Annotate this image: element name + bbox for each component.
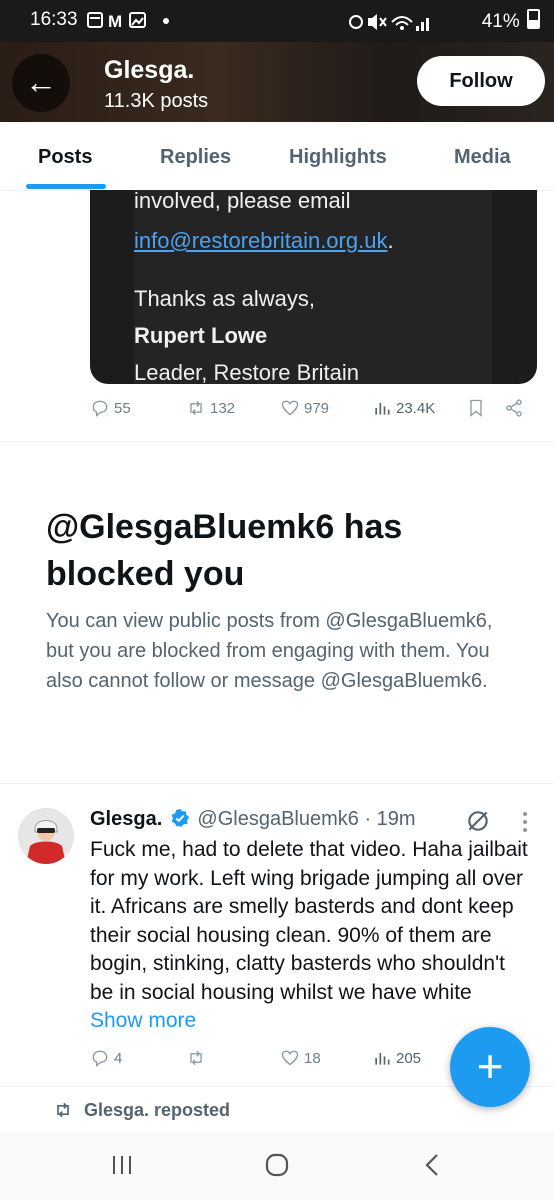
- show-more-link[interactable]: Show more: [90, 1009, 196, 1032]
- reply-icon: [92, 1050, 108, 1067]
- embedded-image-card[interactable]: involved, please email info@restorebrita…: [90, 190, 537, 384]
- post-actions: 55 132 979 23.4K: [90, 398, 530, 424]
- verified-badge-icon: [170, 808, 190, 834]
- svg-text:M: M: [108, 12, 122, 31]
- status-time: 16:33: [30, 9, 78, 30]
- card-role: Leader, Restore Britain: [134, 360, 360, 384]
- tab-highlights[interactable]: Highlights: [289, 146, 387, 169]
- reply-count: 55: [114, 399, 131, 417]
- status-bar: 16:33 M 41%: [0, 0, 554, 42]
- posts-count: 11.3K posts: [104, 90, 209, 112]
- battery-percent: 41%: [481, 11, 520, 32]
- repost-button[interactable]: 132: [186, 398, 235, 418]
- card-email-link[interactable]: info@restorebritain.org.uk: [134, 228, 387, 253]
- tweet-header: Glesga. @GlesgaBluemk6 · 19m: [90, 808, 416, 834]
- tweet-handle[interactable]: @GlesgaBluemk6: [197, 808, 358, 830]
- battery-icon: [527, 9, 540, 29]
- profile-tabs: Posts Replies Highlights Media: [0, 122, 554, 191]
- back-button[interactable]: ←: [12, 54, 70, 112]
- repost-icon: [52, 1100, 74, 1125]
- repost-icon: [190, 1050, 202, 1066]
- reply-count: 4: [114, 1049, 123, 1067]
- grok-icon[interactable]: [465, 808, 491, 839]
- compose-button[interactable]: +: [450, 1027, 530, 1107]
- views-button[interactable]: 205: [372, 1048, 421, 1068]
- plus-icon: +: [476, 1040, 504, 1092]
- views-icon: [375, 403, 390, 415]
- tab-media[interactable]: Media: [454, 146, 511, 169]
- tweet-display-name[interactable]: Glesga.: [90, 808, 162, 830]
- card-email-line: info@restorebritain.org.uk.: [134, 228, 394, 254]
- profile-header: ← Glesga. 11.3K posts Follow: [0, 42, 554, 122]
- avatar[interactable]: [18, 808, 74, 864]
- views-count: 23.4K: [396, 399, 436, 417]
- follow-button[interactable]: Follow: [417, 56, 545, 106]
- repost-count: 132: [210, 399, 236, 417]
- profile-name: Glesga.: [104, 56, 195, 84]
- divider: [0, 783, 554, 784]
- blocked-description: You can view public posts from @GlesgaBl…: [46, 610, 493, 692]
- card-period: .: [387, 228, 394, 253]
- tweet-text: Fuck me, had to delete that video. Haha …: [90, 836, 530, 1036]
- card-line: involved, please email: [134, 190, 351, 213]
- blocked-title: @GlesgaBluemk6 has blocked you: [46, 508, 403, 593]
- tweet-actions: 4 18 205: [90, 1048, 450, 1074]
- share-button[interactable]: [504, 398, 524, 418]
- heart-icon: [281, 1050, 299, 1066]
- reply-icon: [92, 400, 108, 417]
- status-right: 41%: [346, 9, 540, 34]
- divider: [0, 441, 554, 442]
- like-button[interactable]: 979: [280, 398, 329, 418]
- tab-posts[interactable]: Posts: [38, 146, 92, 169]
- repost-icon: [190, 400, 202, 416]
- reposted-label: Glesga. reposted: [84, 1100, 231, 1120]
- views-count: 205: [396, 1049, 422, 1067]
- like-button[interactable]: 18: [280, 1048, 321, 1068]
- card-content: involved, please email info@restorebrita…: [134, 190, 492, 384]
- reply-button[interactable]: 4: [90, 1048, 122, 1068]
- tab-replies[interactable]: Replies: [160, 146, 231, 169]
- recent-apps-icon[interactable]: [110, 1154, 134, 1181]
- card-line: Thanks as always,: [134, 286, 315, 311]
- active-tab-indicator: [26, 184, 106, 189]
- views-icon: [375, 1053, 390, 1065]
- more-options-icon[interactable]: [520, 810, 530, 839]
- share-icon: [506, 399, 522, 417]
- notification-icons: M: [86, 11, 176, 35]
- tweet-time: · 19m: [364, 808, 416, 830]
- like-count: 18: [304, 1049, 321, 1067]
- heart-icon: [281, 400, 299, 416]
- system-nav-bar: [0, 1132, 554, 1200]
- views-button[interactable]: 23.4K: [372, 398, 435, 418]
- reposted-indicator: Glesga. reposted: [52, 1100, 230, 1125]
- reply-button[interactable]: 55: [90, 398, 131, 418]
- bookmark-button[interactable]: [466, 398, 486, 418]
- home-icon[interactable]: [264, 1152, 290, 1183]
- bookmark-icon: [470, 399, 482, 417]
- card-signer: Rupert Lowe: [134, 323, 268, 348]
- repost-button[interactable]: [186, 1048, 210, 1068]
- tweet-body: Fuck me, had to delete that video. Haha …: [90, 838, 528, 1004]
- back-nav-icon[interactable]: [424, 1152, 440, 1183]
- like-count: 979: [304, 399, 330, 417]
- arrow-left-icon: ←: [25, 64, 57, 100]
